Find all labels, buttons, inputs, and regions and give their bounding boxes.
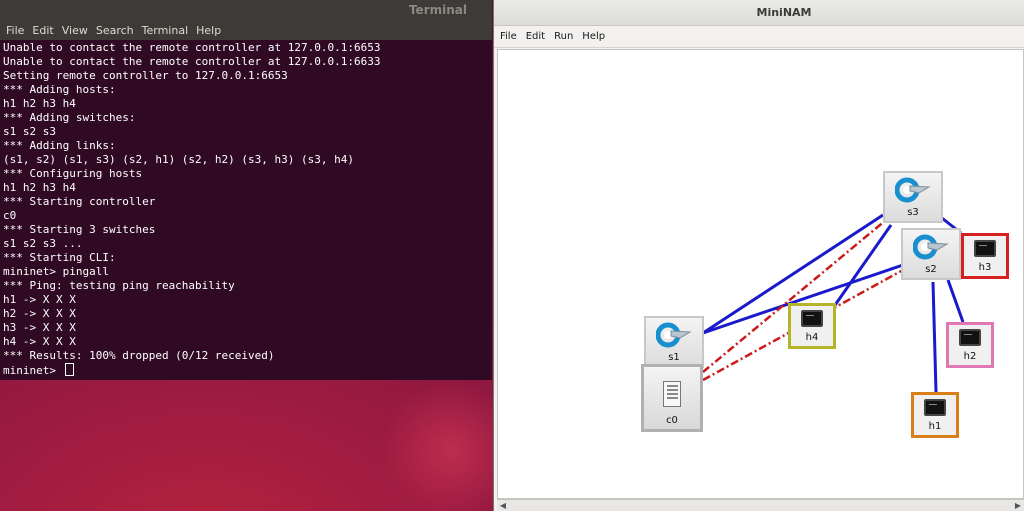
node-h3[interactable]: h3 — [961, 233, 1009, 279]
mininam-menu-help[interactable]: Help — [582, 31, 605, 42]
mininam-title: MiniNAM — [756, 6, 812, 19]
terminal-output[interactable]: Unable to contact the remote controller … — [0, 40, 492, 379]
terminal-line: h2 -> X X X — [3, 307, 76, 320]
mininam-menu-edit[interactable]: Edit — [526, 31, 545, 42]
terminal-line: (s1, s2) (s1, s3) (s2, h1) (s2, h2) (s3,… — [3, 153, 354, 166]
topology-canvas[interactable]: s3 s2 s1 c0 h4 h3 h2 h1 — [497, 49, 1024, 499]
switch-icon — [655, 322, 692, 348]
terminal-line: *** Results: 100% dropped (0/12 received… — [3, 349, 275, 362]
cursor-block-icon — [64, 363, 74, 376]
switch-icon — [912, 234, 949, 260]
terminal-line: *** Starting controller — [3, 195, 156, 208]
terminal-line: *** Adding switches: — [3, 111, 136, 124]
terminal-line: *** Configuring hosts — [3, 167, 143, 180]
host-terminal-icon — [959, 329, 981, 346]
switch-icon — [894, 177, 931, 203]
terminal-titlebar[interactable]: Terminal — [0, 0, 492, 20]
control-link-c0-s3 — [702, 219, 887, 373]
node-label: s3 — [907, 207, 919, 218]
link-s2-h2 — [946, 279, 965, 323]
terminal-menu-help[interactable]: Help — [196, 24, 221, 37]
terminal-prompt-line[interactable]: mininet> — [3, 363, 489, 378]
link-s3-h4 — [831, 224, 893, 309]
terminal-line: Unable to contact the remote controller … — [3, 55, 381, 68]
terminal-menu-view[interactable]: View — [62, 24, 88, 37]
node-h2[interactable]: h2 — [946, 322, 994, 368]
terminal-menu-file[interactable]: File — [6, 24, 24, 37]
mininam-menu-run[interactable]: Run — [554, 31, 573, 42]
terminal-line: h3 -> X X X — [3, 321, 76, 334]
terminal-window: Terminal File Edit View Search Terminal … — [0, 0, 492, 380]
desktop-wallpaper — [380, 380, 500, 511]
scroll-left-icon[interactable]: ◀ — [498, 501, 508, 511]
terminal-line: Unable to contact the remote controller … — [3, 41, 381, 54]
node-s2[interactable]: s2 — [901, 228, 961, 280]
node-label: h3 — [978, 262, 992, 273]
scroll-right-icon[interactable]: ▶ — [1013, 501, 1023, 511]
terminal-line: h1 h2 h3 h4 — [3, 97, 76, 110]
terminal-title: Terminal — [408, 3, 467, 17]
terminal-line: *** Starting CLI: — [3, 251, 116, 264]
node-label: s2 — [925, 264, 937, 275]
terminal-line: s1 s2 s3 — [3, 125, 56, 138]
terminal-prompt: mininet> — [3, 364, 63, 377]
mininam-window: MiniNAM File Edit Run Help s3 s2 s1 c0 h… — [493, 0, 1024, 511]
terminal-line: h1 h2 h3 h4 — [3, 181, 76, 194]
terminal-line: s1 s2 s3 ... — [3, 237, 83, 250]
node-s1[interactable]: s1 — [644, 316, 704, 368]
host-terminal-icon — [974, 240, 996, 257]
mininam-menu-file[interactable]: File — [500, 31, 517, 42]
node-h1[interactable]: h1 — [911, 392, 959, 438]
mininam-titlebar[interactable]: MiniNAM — [494, 0, 1024, 26]
terminal-menu-terminal[interactable]: Terminal — [142, 24, 189, 37]
terminal-line: h1 -> X X X — [3, 293, 76, 306]
host-terminal-icon — [924, 399, 946, 416]
terminal-line: *** Adding links: — [3, 139, 116, 152]
terminal-line: *** Starting 3 switches — [3, 223, 156, 236]
terminal-menu-edit[interactable]: Edit — [32, 24, 53, 37]
terminal-menu-search[interactable]: Search — [96, 24, 134, 37]
node-label: h1 — [928, 421, 942, 432]
terminal-menubar: File Edit View Search Terminal Help — [0, 20, 492, 40]
host-terminal-icon — [801, 310, 823, 327]
terminal-line: h4 -> X X X — [3, 335, 76, 348]
horizontal-scrollbar[interactable]: ◀ ▶ — [497, 499, 1024, 511]
terminal-line: *** Adding hosts: — [3, 83, 116, 96]
terminal-line: Setting remote controller to 127.0.0.1:6… — [3, 69, 288, 82]
link-s2-h1 — [931, 281, 938, 393]
node-label: h2 — [963, 351, 977, 362]
terminal-line: *** Ping: testing ping reachability — [3, 279, 235, 292]
server-icon — [663, 381, 681, 407]
node-label: h4 — [805, 332, 819, 343]
node-s3[interactable]: s3 — [883, 171, 943, 223]
terminal-line: mininet> pingall — [3, 265, 109, 278]
terminal-line: c0 — [3, 209, 17, 222]
mininam-menubar: File Edit Run Help — [494, 26, 1024, 48]
node-label: c0 — [666, 415, 678, 426]
node-label: s1 — [668, 352, 680, 363]
node-c0[interactable]: c0 — [641, 364, 703, 432]
node-h4[interactable]: h4 — [788, 303, 836, 349]
